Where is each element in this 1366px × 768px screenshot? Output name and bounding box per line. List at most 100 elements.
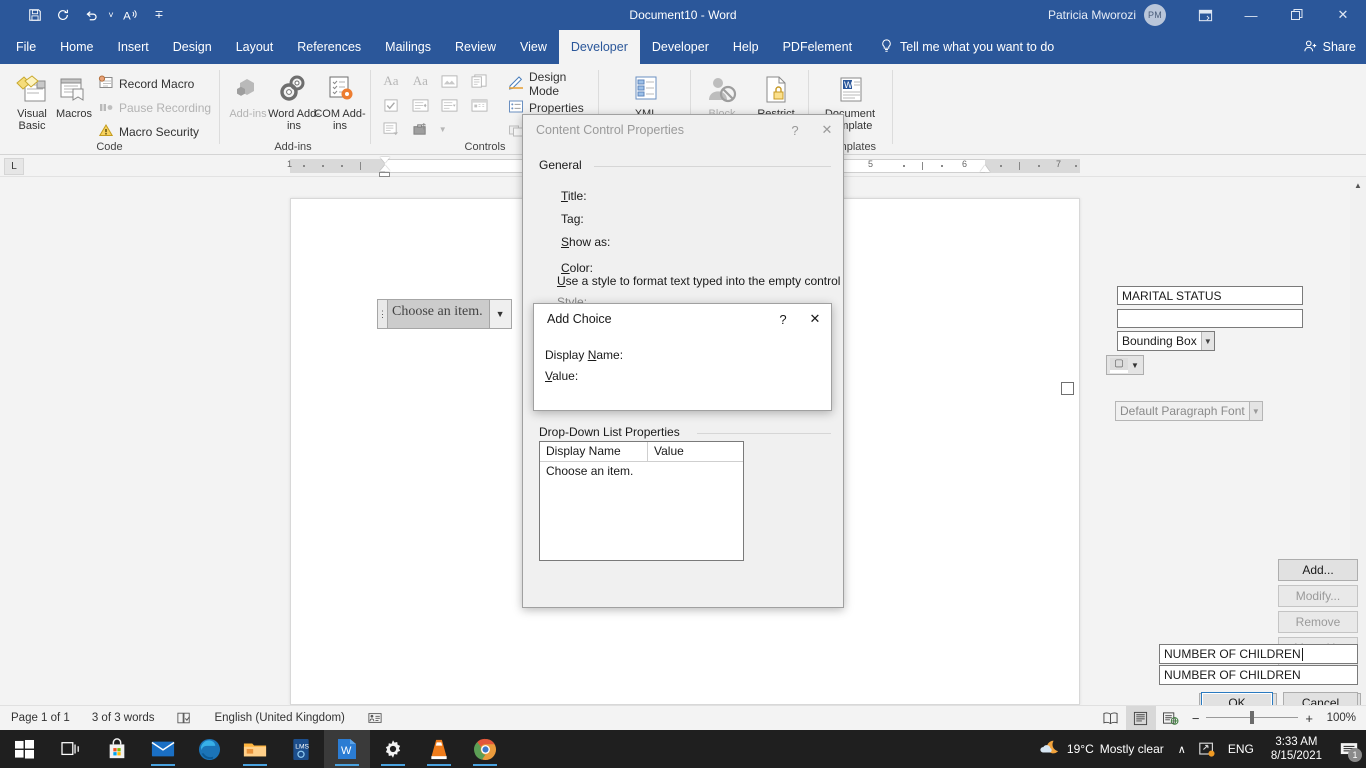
column-header-display-name[interactable]: Display Name <box>540 442 648 461</box>
tab-developer[interactable]: Developer <box>559 30 640 64</box>
task-view-icon[interactable] <box>48 730 94 768</box>
tab-developer-secondary[interactable]: Developer <box>640 30 721 64</box>
tab-stop-selector[interactable]: L <box>4 158 24 175</box>
tab-file[interactable]: File <box>4 30 48 64</box>
chevron-down-icon[interactable]: ▼ <box>1131 361 1139 370</box>
color-picker-button[interactable]: ▢ ▼ <box>1106 355 1144 375</box>
language-indicator[interactable]: English (United Kingdom) <box>203 706 355 731</box>
accessibility-checker-icon[interactable] <box>356 706 394 731</box>
rich-text-content-control-icon[interactable]: Aa <box>378 70 404 92</box>
tab-help[interactable]: Help <box>721 30 771 64</box>
content-control-text[interactable]: Choose an item. <box>387 299 490 329</box>
display-name-input[interactable]: NUMBER OF CHILDREN <box>1159 644 1358 664</box>
microsoft-edge-icon[interactable] <box>186 730 232 768</box>
tell-me-search[interactable]: Tell me what you want to do <box>880 30 1054 64</box>
show-as-dropdown[interactable]: Bounding Box ▼ <box>1117 331 1215 351</box>
zoom-slider[interactable] <box>1206 711 1298 725</box>
chrome-icon[interactable] <box>462 730 508 768</box>
use-style-checkbox[interactable] <box>1061 382 1074 395</box>
column-header-value[interactable]: Value <box>648 442 684 461</box>
tag-input[interactable] <box>1117 309 1303 328</box>
vlc-media-player-icon[interactable] <box>416 730 462 768</box>
design-mode-button[interactable]: Design Mode <box>508 74 596 94</box>
com-add-ins-button[interactable]: COM Add-ins <box>314 69 366 132</box>
avatar[interactable]: PM <box>1144 4 1166 26</box>
date-picker-content-control-icon[interactable] <box>466 94 492 116</box>
word-icon[interactable]: W <box>324 730 370 768</box>
clock[interactable]: 3:33 AM 8/15/2021 <box>1261 735 1332 763</box>
tab-design[interactable]: Design <box>161 30 224 64</box>
hanging-indent-marker[interactable] <box>380 165 390 171</box>
account-info[interactable]: Patricia Mworozi PM <box>1048 0 1166 30</box>
chevron-down-icon[interactable]: ▼ <box>1201 332 1214 350</box>
mail-icon[interactable] <box>140 730 186 768</box>
zoom-in-button[interactable]: + <box>1305 711 1313 726</box>
share-button[interactable]: Share <box>1303 30 1356 64</box>
onedrive-sync-icon[interactable] <box>1193 730 1221 768</box>
microsoft-store-icon[interactable] <box>94 730 140 768</box>
file-explorer-icon[interactable] <box>232 730 278 768</box>
tab-references[interactable]: References <box>285 30 373 64</box>
listbox-row[interactable]: Choose an item. <box>540 462 743 481</box>
read-mode-view-button[interactable] <box>1096 706 1126 731</box>
tab-insert[interactable]: Insert <box>106 30 161 64</box>
content-control-handle[interactable]: ⋮ <box>377 299 387 329</box>
zoom-control[interactable]: − + 100% <box>1186 711 1366 726</box>
add-choice-button[interactable]: Add... <box>1278 559 1358 581</box>
settings-icon[interactable] <box>370 730 416 768</box>
windows-start-icon[interactable] <box>0 730 48 768</box>
first-line-indent-marker[interactable] <box>380 157 390 163</box>
ribbon-display-options-icon[interactable] <box>1182 0 1228 30</box>
legacy-tools-dropdown-icon[interactable]: ▼ <box>437 118 449 140</box>
dialog-title-bar[interactable]: Add Choice ? ✕ <box>534 304 831 334</box>
choices-listbox[interactable]: Display Name Value Choose an item. <box>539 441 744 561</box>
right-indent-marker[interactable] <box>980 165 990 172</box>
value-input[interactable]: NUMBER OF CHILDREN <box>1159 665 1358 685</box>
dialog-title-bar[interactable]: Content Control Properties ? ✕ <box>523 115 843 145</box>
repeating-section-content-control-icon[interactable] <box>378 118 404 140</box>
show-hidden-icons-button[interactable]: ∧ <box>1171 730 1193 768</box>
zoom-level[interactable]: 100% <box>1320 712 1356 724</box>
help-button[interactable]: ? <box>779 115 811 145</box>
close-button[interactable]: ✕ <box>1320 0 1366 30</box>
word-add-ins-button[interactable]: Word Add-ins <box>268 69 320 132</box>
tab-mailings[interactable]: Mailings <box>373 30 443 64</box>
page-indicator[interactable]: Page 1 of 1 <box>0 706 81 731</box>
language-indicator[interactable]: ENG <box>1221 730 1261 768</box>
macros-button[interactable]: Macros <box>48 69 100 120</box>
building-block-gallery-icon[interactable] <box>466 70 492 92</box>
lms-app-icon[interactable]: LMS <box>278 730 324 768</box>
minimize-button[interactable]: — <box>1228 0 1274 30</box>
web-layout-view-button[interactable] <box>1156 706 1186 731</box>
close-icon[interactable]: ✕ <box>799 304 831 334</box>
macro-security-button[interactable]: Macro Security <box>98 122 199 142</box>
drop-down-list-content-control-icon[interactable] <box>437 94 463 116</box>
combo-box-content-control-icon[interactable] <box>407 94 433 116</box>
tab-layout[interactable]: Layout <box>224 30 286 64</box>
content-control-dropdown-arrow-icon[interactable]: ▼ <box>490 299 512 329</box>
tab-view[interactable]: View <box>508 30 559 64</box>
tab-home[interactable]: Home <box>48 30 105 64</box>
add-choice-dialog[interactable]: Add Choice ? ✕ Display Name: NUMBER OF C… <box>533 303 832 411</box>
help-button[interactable]: ? <box>767 304 799 334</box>
word-count[interactable]: 3 of 3 words <box>81 706 166 731</box>
print-layout-view-button[interactable] <box>1126 706 1156 731</box>
restore-button[interactable] <box>1274 0 1320 30</box>
title-input[interactable]: MARITAL STATUS <box>1117 286 1303 305</box>
drop-down-content-control[interactable]: ⋮ Choose an item. ▼ <box>377 299 512 329</box>
legacy-tools-icon[interactable] <box>407 118 433 140</box>
close-icon[interactable]: ✕ <box>811 115 843 145</box>
tab-review[interactable]: Review <box>443 30 508 64</box>
zoom-slider-thumb[interactable] <box>1250 711 1254 724</box>
tab-pdfelement[interactable]: PDFelement <box>771 30 864 64</box>
notifications-icon[interactable]: 1 <box>1332 730 1366 768</box>
record-macro-button[interactable]: Record Macro <box>98 74 194 94</box>
weather-widget[interactable]: 19°C Mostly clear <box>1032 730 1171 768</box>
zoom-out-button[interactable]: − <box>1192 711 1200 726</box>
scroll-up-icon[interactable]: ▲ <box>1350 177 1366 193</box>
check-box-content-control-icon[interactable] <box>378 94 404 116</box>
picture-content-control-icon[interactable] <box>437 70 463 92</box>
time: 3:33 AM <box>1271 735 1322 749</box>
plain-text-content-control-icon[interactable]: Aa <box>407 70 433 92</box>
proofing-errors-icon[interactable] <box>165 706 203 731</box>
